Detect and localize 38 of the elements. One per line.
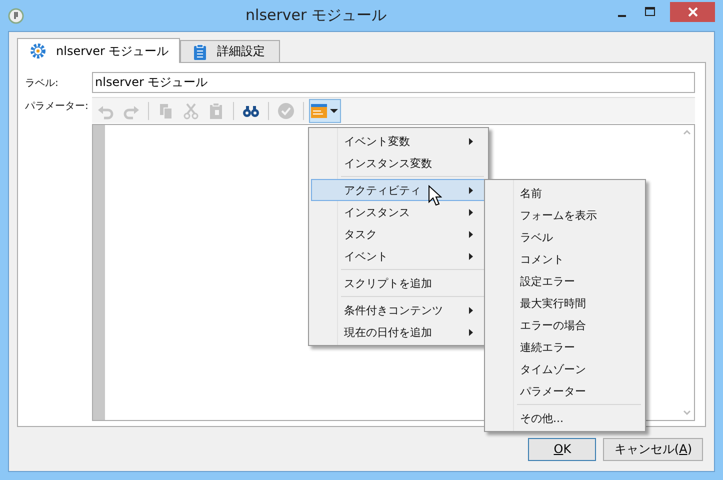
- menu-item[interactable]: エラーの場合: [487, 314, 643, 336]
- menu-item[interactable]: 設定エラー: [487, 270, 643, 292]
- menu-item[interactable]: 条件付きコンテンツ: [311, 299, 486, 321]
- menu-item[interactable]: その他...: [487, 407, 643, 429]
- scroll-down-icon[interactable]: [683, 410, 691, 416]
- ok-button[interactable]: OK: [528, 438, 596, 460]
- menu-item[interactable]: インスタンス変数: [311, 152, 486, 174]
- scroll-up-icon[interactable]: [683, 129, 691, 135]
- menu-item[interactable]: 現在の日付を追加: [311, 321, 486, 343]
- clipboard-icon: [192, 44, 207, 60]
- minimize-icon: [618, 14, 626, 16]
- menu-item[interactable]: 名前: [487, 182, 643, 204]
- gear-icon: [30, 43, 46, 59]
- maximize-icon: [645, 6, 655, 16]
- menu-item[interactable]: パラメーター: [487, 380, 643, 402]
- menu-item[interactable]: 最大実行時間: [487, 292, 643, 314]
- menu-item[interactable]: イベント変数: [311, 130, 486, 152]
- tab[interactable]: nlserver モジュール: [17, 38, 180, 63]
- tab[interactable]: 詳細設定: [180, 40, 280, 62]
- menu-item[interactable]: インスタンス: [311, 201, 486, 223]
- cancel-button[interactable]: キャンセル(A): [603, 438, 703, 460]
- menu-item[interactable]: 連続エラー: [487, 336, 643, 358]
- window-icon[interactable]: [309, 98, 341, 122]
- parameters-label: パラメーター:: [25, 100, 90, 113]
- menu-item[interactable]: スクリプトを追加: [311, 272, 486, 294]
- mouse-cursor-icon: [428, 185, 442, 206]
- menu-item[interactable]: イベント: [311, 245, 486, 267]
- menu-item[interactable]: タスク: [311, 223, 486, 245]
- app-icon: [8, 8, 24, 24]
- label-label: ラベル:: [25, 76, 60, 90]
- menu-item[interactable]: ラベル: [487, 226, 643, 248]
- menu-item[interactable]: フォームを表示: [487, 204, 643, 226]
- window-title: nlserver モジュール: [244, 6, 388, 25]
- menu-item[interactable]: タイムゾーン: [487, 358, 643, 380]
- label-field[interactable]: nlserver モジュール: [92, 72, 695, 93]
- menu-item[interactable]: コメント: [487, 248, 643, 270]
- close-icon: [688, 6, 698, 16]
- close-button[interactable]: [670, 2, 715, 22]
